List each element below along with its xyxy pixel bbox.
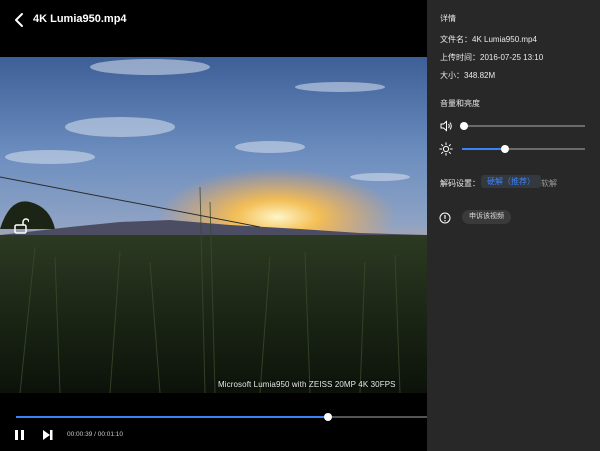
progress-knob[interactable] [324, 413, 333, 421]
volume-slider[interactable] [460, 121, 585, 131]
video-frame[interactable] [0, 57, 427, 393]
alert-icon[interactable] [439, 211, 451, 224]
report-video-button[interactable]: 申诉该视频 [462, 210, 511, 224]
progress-bar[interactable] [16, 411, 427, 423]
brightness-fill [462, 148, 506, 150]
details-heading: 详情 [440, 14, 456, 23]
top-bar: 4K Lumia950.mp4 [0, 0, 427, 40]
volume-track [462, 125, 585, 127]
upload-time-text: 上传时间：2016-07-25 13:10 [440, 53, 544, 62]
video-player: 4K Lumia950.mp4 Microsoft Lumia950 with … [0, 0, 427, 451]
next-icon [43, 430, 53, 440]
volume-brightness-heading: 音量和亮度 [440, 99, 480, 108]
playback-time: 00:00:39 / 00:01:10 [67, 431, 124, 438]
brightness-slider[interactable] [462, 144, 585, 154]
pause-icon [15, 430, 24, 440]
video-title: 4K Lumia950.mp4 [33, 13, 127, 25]
volume-icon [439, 119, 453, 133]
brightness-knob[interactable] [501, 145, 510, 153]
details-panel: 详情 文件名：4K Lumia950.mp4 上传时间：2016-07-25 1… [427, 0, 600, 451]
progress-fill [16, 416, 329, 418]
decode-setting-label: 解码设置： [440, 179, 480, 188]
brightness-icon [439, 142, 453, 156]
back-icon[interactable] [11, 10, 29, 30]
video-watermark: Microsoft Lumia950 with ZEISS 20MP 4K 30… [218, 380, 396, 389]
next-button[interactable] [40, 428, 56, 442]
software-decode-option[interactable]: 软解 [541, 178, 557, 189]
file-size-text: 大小：348.82M [440, 71, 496, 80]
filename-text: 文件名：4K Lumia950.mp4 [440, 35, 537, 44]
unlock-icon[interactable] [13, 217, 30, 235]
volume-knob[interactable] [460, 122, 469, 130]
pause-button[interactable] [12, 428, 28, 442]
hardware-decode-option[interactable]: 硬解（推荐） [481, 175, 541, 188]
